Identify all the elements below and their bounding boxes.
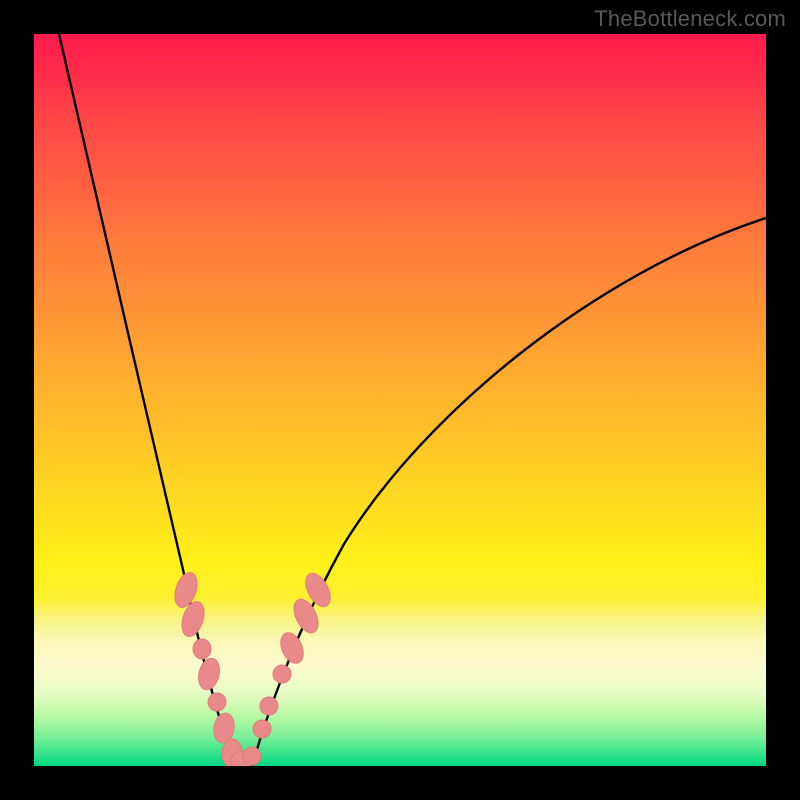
marker-2 <box>193 639 211 659</box>
marker-8 <box>243 747 261 765</box>
marker-10 <box>260 697 278 715</box>
chart-svg <box>34 34 766 766</box>
marker-9 <box>253 720 271 738</box>
marker-4 <box>208 693 226 711</box>
marker-12 <box>276 629 307 666</box>
marker-3 <box>195 656 222 692</box>
right-curve <box>252 218 766 766</box>
marker-group <box>171 569 335 766</box>
plot-area <box>34 34 766 766</box>
marker-11 <box>273 665 291 683</box>
watermark-text: TheBottleneck.com <box>594 6 786 32</box>
outer-frame: TheBottleneck.com <box>0 0 800 800</box>
